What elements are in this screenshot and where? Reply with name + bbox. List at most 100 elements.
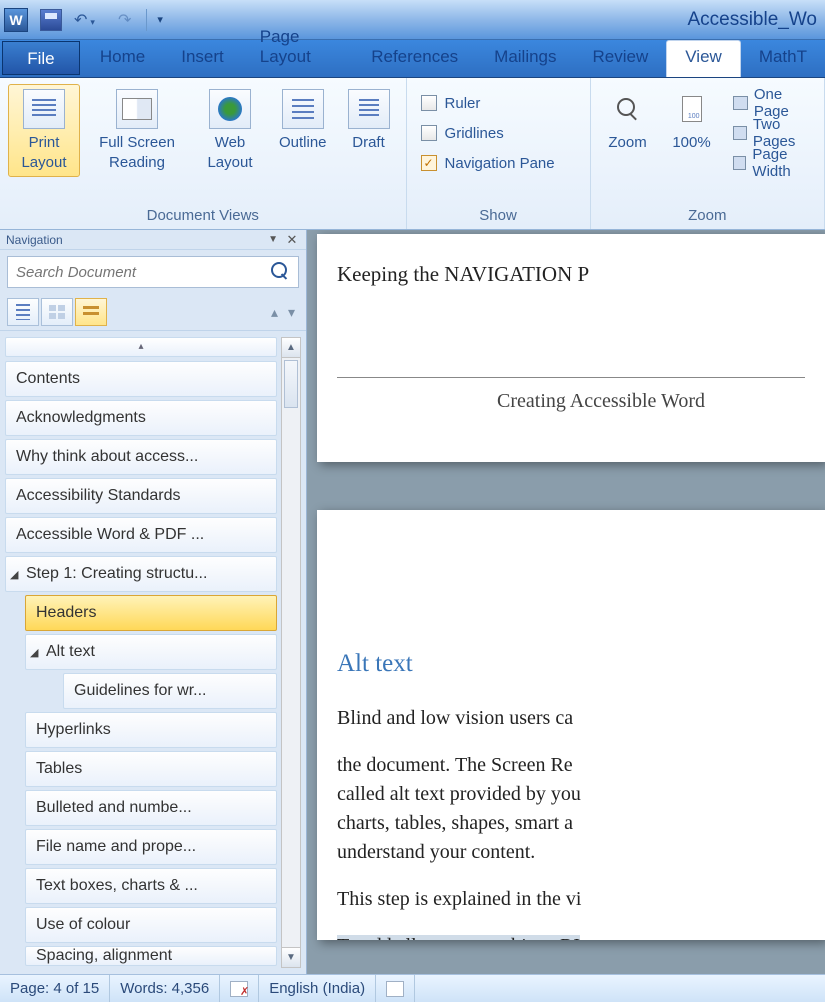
nav-view-tabs: ▴ ▾ (0, 294, 306, 331)
two-pages-button[interactable]: Two Pages (733, 118, 810, 148)
heading-item[interactable]: File name and prope... (25, 829, 277, 865)
print-layout-icon (23, 89, 65, 129)
body-text: charts, tables, shapes, smart a (337, 809, 805, 838)
full-screen-icon (116, 89, 158, 129)
web-layout-icon (209, 89, 251, 129)
qat-separator (146, 9, 147, 31)
search-field[interactable] (8, 264, 270, 281)
ruler-checkbox[interactable]: Ruler (421, 88, 576, 118)
navigation-pane: Navigation ▼ ✕ ▴ ▾ ▴ Contents Acknowledg… (0, 230, 307, 974)
undo-button[interactable]: ↶▾ (66, 8, 106, 32)
heading-item[interactable]: Acknowledgments (5, 400, 277, 436)
tab-view[interactable]: View (666, 40, 741, 77)
heading-item[interactable]: ◢Alt text (25, 634, 277, 670)
body-text: the document. The Screen Re (337, 751, 805, 780)
draft-button[interactable]: Draft (340, 84, 398, 177)
save-button[interactable] (40, 9, 62, 31)
body-text: To add all text to an object, RI (337, 932, 805, 940)
word-app-icon: W (4, 8, 28, 32)
group-show: Ruler Gridlines ✓ Navigation Pane Show (407, 78, 591, 229)
collapse-icon[interactable]: ◢ (30, 646, 42, 659)
heading-item[interactable]: Accessible Word & PDF ... (5, 517, 277, 553)
status-page[interactable]: Page: 4 of 15 (0, 975, 110, 1002)
status-words[interactable]: Words: 4,356 (110, 975, 220, 1002)
tab-file[interactable]: File (2, 41, 80, 75)
page-width-button[interactable]: Page Width (733, 148, 810, 178)
nav-tab-pages[interactable] (41, 298, 73, 326)
status-spelling[interactable] (220, 975, 259, 1002)
document-area[interactable]: Keeping the NAVIGATION P Creating Access… (307, 230, 825, 974)
body-text: Keeping the NAVIGATION P (337, 262, 805, 287)
tab-review[interactable]: Review (575, 41, 667, 77)
outline-icon (282, 89, 324, 129)
nav-tab-headings[interactable] (7, 298, 39, 326)
heading-item[interactable]: Hyperlinks (25, 712, 277, 748)
close-icon[interactable]: ✕ (284, 232, 300, 248)
heading-list: ▴ Contents Acknowledgments Why think abo… (5, 337, 277, 968)
heading-item[interactable]: Guidelines for wr... (63, 673, 277, 709)
title-bar: W ↶▾ ↷ ▾ Accessible_Wo (0, 0, 825, 40)
heading-item[interactable]: Tables (25, 751, 277, 787)
zoom-button[interactable]: Zoom (599, 84, 657, 182)
heading-item[interactable]: Why think about access... (5, 439, 277, 475)
document-page[interactable]: Alt text Blind and low vision users ca t… (317, 510, 825, 940)
zoom-100-button[interactable]: 100% (663, 84, 721, 182)
nav-tab-results[interactable] (75, 298, 107, 326)
tab-mailings[interactable]: Mailings (476, 41, 574, 77)
scrollbar[interactable]: ▲ ▼ (281, 337, 301, 968)
heading-item[interactable]: Spacing, alignment (25, 946, 277, 966)
heading-alt-text: Alt text (337, 650, 805, 678)
one-page-button[interactable]: One Page (733, 88, 810, 118)
collapse-icon[interactable]: ◢ (10, 568, 22, 581)
full-screen-reading-button[interactable]: Full Screen Reading (86, 84, 188, 177)
heading-item[interactable]: ◢Step 1: Creating structu... (5, 556, 277, 592)
redo-button[interactable]: ↷ (110, 8, 139, 32)
ribbon: Print Layout Full Screen Reading Web Lay… (0, 78, 825, 230)
scroll-down-button[interactable]: ▼ (282, 947, 300, 967)
group-zoom: Zoom 100% One Page Two Pages Page Width … (591, 78, 825, 229)
group-label: Zoom (599, 204, 816, 227)
scroll-thumb[interactable] (284, 360, 298, 408)
heading-item[interactable]: Use of colour (25, 907, 277, 943)
heading-item[interactable]: Accessibility Standards (5, 478, 277, 514)
tab-mathtype[interactable]: MathT (741, 41, 825, 77)
heading-item-selected[interactable]: Headers (25, 595, 277, 631)
group-document-views: Print Layout Full Screen Reading Web Lay… (0, 78, 407, 229)
status-language[interactable]: English (India) (259, 975, 376, 1002)
group-label: Document Views (8, 204, 398, 227)
outline-button[interactable]: Outline (272, 84, 334, 177)
navpane-title: Navigation (6, 233, 63, 247)
gridlines-checkbox[interactable]: Gridlines (421, 118, 576, 148)
scroll-up-button[interactable]: ▲ (282, 338, 300, 358)
ribbon-tabs: File Home Insert Page Layout References … (0, 40, 825, 78)
tab-page-layout[interactable]: Page Layout (242, 21, 353, 77)
tab-references[interactable]: References (353, 41, 476, 77)
print-layout-button[interactable]: Print Layout (8, 84, 80, 177)
web-layout-button[interactable]: Web Layout (194, 84, 266, 177)
qat-customize-button[interactable]: ▾ (154, 13, 166, 26)
chevron-down-icon[interactable]: ▼ (268, 234, 278, 245)
heading-item[interactable]: Contents (5, 361, 277, 397)
search-input[interactable] (7, 256, 299, 288)
heading-item[interactable]: Bulleted and numbe... (25, 790, 277, 826)
heading-item[interactable]: Text boxes, charts & ... (25, 868, 277, 904)
tab-insert[interactable]: Insert (163, 41, 242, 77)
zoom-icon (607, 89, 649, 129)
page-100-icon (671, 89, 713, 129)
two-pages-icon (733, 126, 747, 140)
next-result-button[interactable]: ▾ (284, 304, 299, 321)
body-text: understand your content. (337, 838, 805, 867)
navigation-pane-checkbox[interactable]: ✓ Navigation Pane (421, 148, 576, 178)
main-area: Navigation ▼ ✕ ▴ ▾ ▴ Contents Acknowledg… (0, 230, 825, 974)
jump-to-top-button[interactable]: ▴ (5, 337, 277, 357)
status-bar: Page: 4 of 15 Words: 4,356 English (Indi… (0, 974, 825, 1002)
tab-home[interactable]: Home (82, 41, 163, 77)
highlighted-text: To add all text to an object, RI (337, 935, 580, 940)
body-text: called alt text provided by you (337, 780, 805, 809)
prev-result-button[interactable]: ▴ (267, 304, 282, 321)
spellcheck-icon (230, 981, 248, 997)
status-extra[interactable] (376, 975, 415, 1002)
search-icon[interactable] (270, 261, 292, 283)
document-page[interactable]: Keeping the NAVIGATION P Creating Access… (317, 234, 825, 462)
chevron-down-icon[interactable]: ▾ (87, 17, 98, 27)
